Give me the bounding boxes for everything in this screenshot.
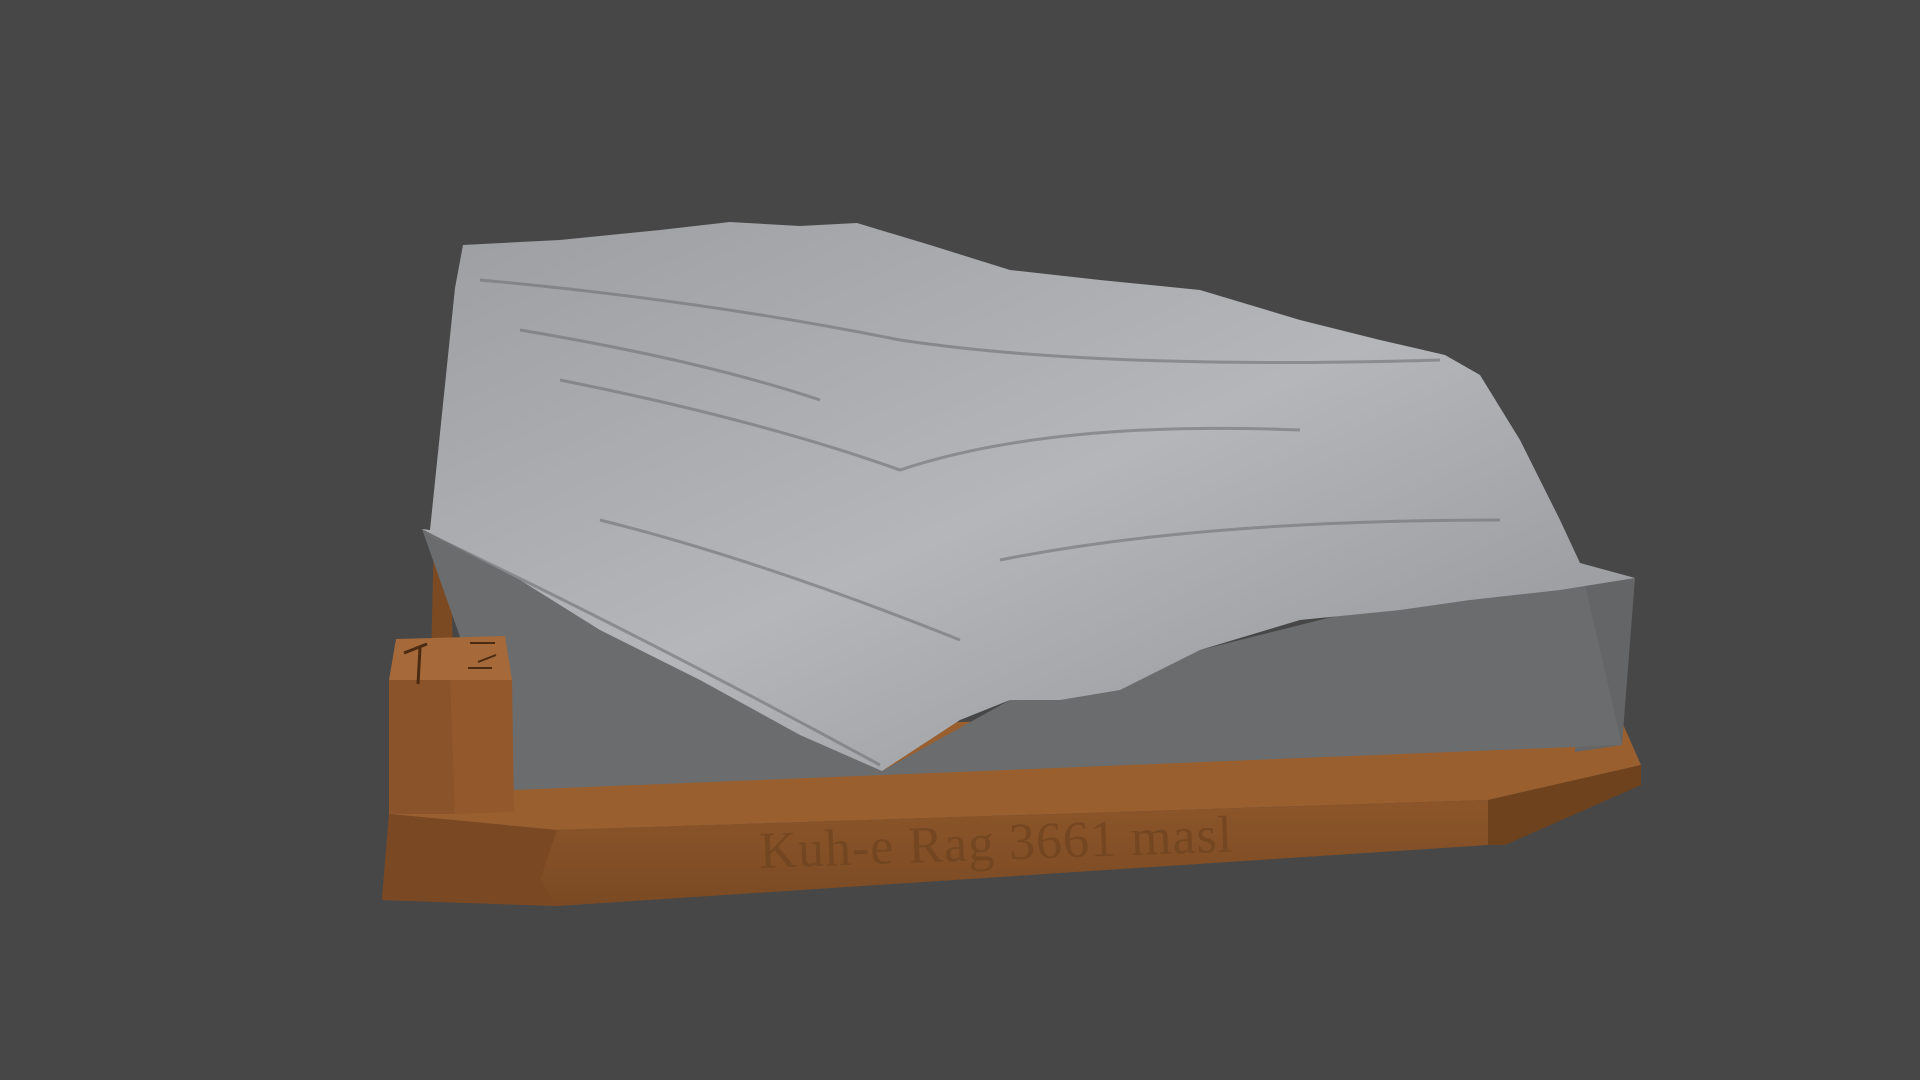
viewport-3d[interactable]: Kuh-e Rag 3661 masl xyxy=(0,0,1920,1080)
terrain-model-render: Kuh-e Rag 3661 masl xyxy=(382,222,1641,906)
base-front-bevel-left xyxy=(382,814,557,906)
post-side xyxy=(450,680,514,814)
post-front xyxy=(389,680,455,814)
